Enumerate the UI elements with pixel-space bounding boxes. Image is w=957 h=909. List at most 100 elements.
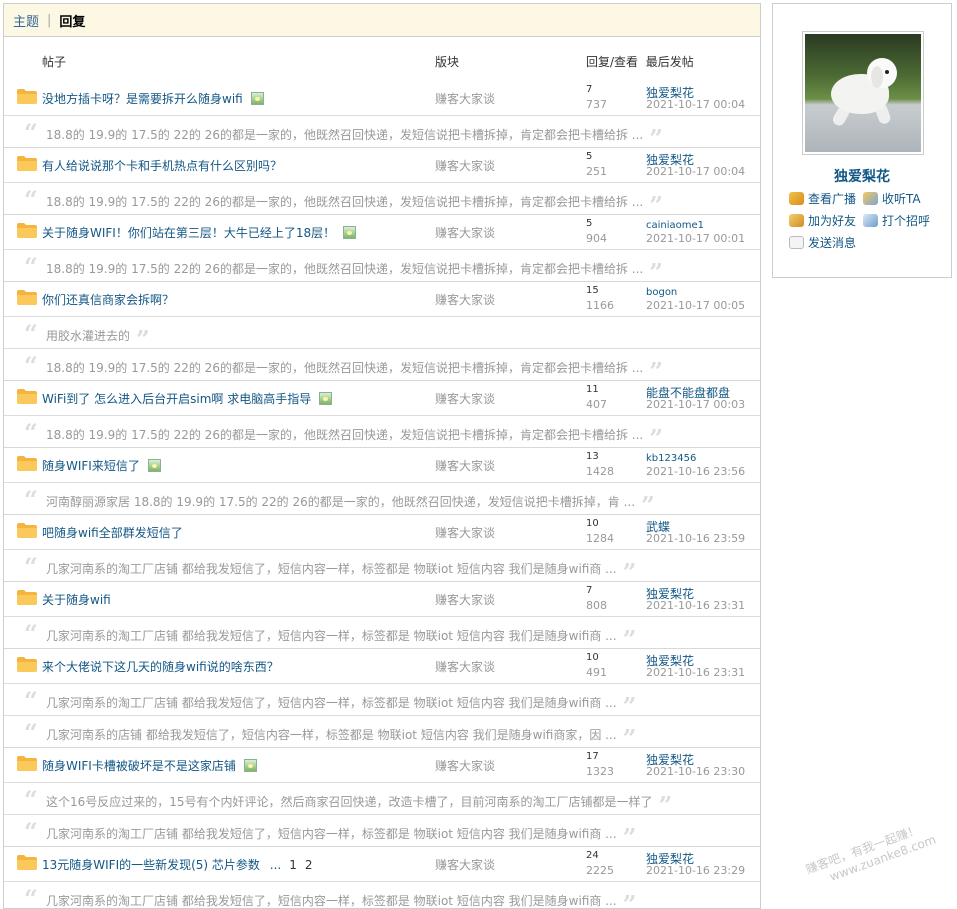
close-quote-icon: ” <box>622 823 637 846</box>
thread-title[interactable]: 关于随身WIFI！你们站在第三层！大牛已经上了18层！ <box>42 224 357 241</box>
thread-title[interactable]: 没地方插卡呀？是需要拆开么随身wifi <box>42 90 264 107</box>
thread-forum[interactable]: 赚客大家谈 <box>435 90 495 107</box>
reply-quote[interactable]: “ 几家河南系的店铺 都给我发短信了，短信内容一样，标签都是 物联iot 短信内容… <box>4 715 760 747</box>
thread-replies: 11 <box>586 384 599 395</box>
thread-replies: 24 <box>586 850 599 861</box>
reply-quote-container: 几家河南系的店铺 都给我发短信了，短信内容一样，标签都是 物联iot 短信内容 … <box>46 724 636 747</box>
thread-row: 吧随身wifi全部群发短信了 赚客大家谈 10 1284 武蝶 2021-10-16 23… <box>4 515 760 582</box>
thread-main: 随身WIFI卡槽被破坏是不是这家店铺 赚客大家谈 17 1323 独爱梨花 2021-10… <box>4 748 760 782</box>
reply-quote-text: 18.8的 19.9的 17.5的 22的 26的都是一家的，他既然召回快递，发… <box>46 361 644 375</box>
thread-replies: 13 <box>586 451 599 462</box>
reply-quote[interactable]: “ 几家河南系的淘工厂店铺 都给我发短信了，短信内容一样，标签都是 物联iot 短… <box>4 616 760 648</box>
reply-quote[interactable]: “ 几家河南系的淘工厂店铺 都给我发短信了，短信内容一样，标签都是 物联iot 短… <box>4 683 760 715</box>
thread-pages: ... 1 2 <box>265 858 313 872</box>
page-link[interactable]: 2 <box>305 858 313 872</box>
reply-quote-container: 几家河南系的淘工厂店铺 都给我发短信了，短信内容一样，标签都是 物联iot 短信… <box>46 558 636 581</box>
thread-forum[interactable]: 赚客大家谈 <box>435 757 495 774</box>
thread-main: 13元随身WIFI的一些新发现(5) 芯片参数 ... 1 2 赚客大家谈 24 2225… <box>4 847 760 881</box>
reply-quote-container: 这个16号反应过来的，15号有个内奸评论，然后商家召回快递，改造卡槽了，目前河南… <box>46 791 672 814</box>
reply-quote-container: 18.8的 19.9的 17.5的 22的 26的都是一家的，他既然召回快递，发… <box>46 124 663 147</box>
tab-replies[interactable]: 回复 <box>59 11 85 30</box>
thread-title[interactable]: 来个大佬说下这几天的随身wifi说的啥东西？ <box>42 658 279 675</box>
thread-forum[interactable]: 赚客大家谈 <box>435 856 495 873</box>
thread-main: 你们还真信商家会拆啊？ 赚客大家谈 15 1166 bogon 2021-10-17 00… <box>4 282 760 316</box>
thread-row: 来个大佬说下这几天的随身wifi说的啥东西？ 赚客大家谈 10 491 独爱梨花 2021… <box>4 649 760 748</box>
thread-title[interactable]: 你们还真信商家会拆啊？ <box>42 291 174 308</box>
reply-quote[interactable]: “ 这个16号反应过来的，15号有个内奸评论，然后商家召回快递，改造卡槽了，目前河… <box>4 782 760 814</box>
user-profile-card: 独爱梨花 查看广播 收听TA 加为好友 打个招呼 发送消息 <box>772 3 952 278</box>
reply-quote-text: 几家河南系的淘工厂店铺 都给我发短信了，短信内容一样，标签都是 物联iot 短信… <box>46 696 617 710</box>
reply-quote[interactable]: “ 几家河南系的淘工厂店铺 都给我发短信了，短信内容一样，标签都是 物联iot 短… <box>4 814 760 846</box>
thread-main: 有人给说说那个卡和手机热点有什么区别吗？ 赚客大家谈 5 251 独爱梨花 2021-10… <box>4 148 760 182</box>
page-link[interactable]: 1 <box>289 858 297 872</box>
folder-icon <box>17 590 37 605</box>
reply-quote[interactable]: “ 几家河南系的淘工厂店铺 都给我发短信了，短信内容一样，标签都是 物联iot 短… <box>4 881 760 909</box>
open-quote-icon: “ <box>24 619 38 648</box>
profile-username[interactable]: 独爱梨花 <box>773 166 951 186</box>
thread-title[interactable]: WiFi到了 怎么进入后台开启sim啊 求电脑高手指导 <box>42 390 333 407</box>
reply-quote-text: 几家河南系的店铺 都给我发短信了，短信内容一样，标签都是 物联iot 短信内容 … <box>46 728 617 742</box>
reply-quote-container: 用胶水灌进去的 ” <box>46 325 150 348</box>
thread-last-user[interactable]: cainiaome1 <box>646 220 704 231</box>
send-message-link[interactable]: 发送消息 <box>789 234 856 251</box>
listen-link[interactable]: 收听TA <box>863 190 921 207</box>
thread-last-time: 2021-10-17 00:04 <box>646 98 746 111</box>
listen-label: 收听TA <box>882 192 921 206</box>
thread-title[interactable]: 随身WIFI卡槽被破坏是不是这家店铺 <box>42 757 257 774</box>
thread-forum[interactable]: 赚客大家谈 <box>435 457 495 474</box>
avatar-dog-eye <box>885 70 889 74</box>
thread-forum[interactable]: 赚客大家谈 <box>435 591 495 608</box>
reply-quote[interactable]: “ 用胶水灌进去的 ” <box>4 316 760 348</box>
tab-topics[interactable]: 主题 <box>13 11 39 30</box>
site-watermark: 赚客吧，有我一起赚！ www.zuanke8.com <box>804 818 938 891</box>
thread-title[interactable]: 随身WIFI来短信了 <box>42 457 161 474</box>
thread-title-text: 来个大佬说下这几天的随身wifi说的啥东西？ <box>42 660 279 674</box>
open-quote-icon: “ <box>24 718 38 747</box>
thread-replies: 7 <box>586 84 593 95</box>
thread-main: 吧随身wifi全部群发短信了 赚客大家谈 10 1284 武蝶 2021-10-16 23… <box>4 515 760 549</box>
thread-last-time: 2021-10-16 23:31 <box>646 666 746 679</box>
thread-forum[interactable]: 赚客大家谈 <box>435 390 495 407</box>
thread-forum[interactable]: 赚客大家谈 <box>435 658 495 675</box>
thread-title[interactable]: 有人给说说那个卡和手机热点有什么区别吗？ <box>42 157 282 174</box>
thread-forum[interactable]: 赚客大家谈 <box>435 291 495 308</box>
thread-views: 808 <box>586 599 607 612</box>
add-friend-label: 加为好友 <box>808 214 857 228</box>
reply-quote-text: 18.8的 19.9的 17.5的 22的 26的都是一家的，他既然召回快递，发… <box>46 262 644 276</box>
thread-row: 关于随身wifi 赚客大家谈 7 808 独爱梨花 2021-10-16 23:31 “几家… <box>4 582 760 649</box>
thread-row: WiFi到了 怎么进入后台开启sim啊 求电脑高手指导 赚客大家谈 11 407 能盘不… <box>4 381 760 448</box>
open-quote-icon: “ <box>24 884 38 909</box>
reply-quote[interactable]: “ 18.8的 19.9的 17.5的 22的 26的都是一家的，他既然召回快递，… <box>4 182 760 214</box>
folder-icon <box>17 756 37 771</box>
reply-quote[interactable]: “ 18.8的 19.9的 17.5的 22的 26的都是一家的，他既然召回快递，… <box>4 115 760 147</box>
reply-quote[interactable]: “ 18.8的 19.9的 17.5的 22的 26的都是一家的，他既然召回快递，… <box>4 415 760 447</box>
thread-last-time: 2021-10-17 00:03 <box>646 398 746 411</box>
view-broadcast-link[interactable]: 查看广播 <box>789 190 856 207</box>
thread-title[interactable]: 关于随身wifi <box>42 591 111 608</box>
thread-title[interactable]: 13元随身WIFI的一些新发现(5) 芯片参数 ... 1 2 <box>42 856 312 873</box>
thread-last-time: 2021-10-16 23:31 <box>646 599 746 612</box>
add-friend-link[interactable]: 加为好友 <box>789 212 856 229</box>
thread-forum[interactable]: 赚客大家谈 <box>435 524 495 541</box>
thread-title[interactable]: 吧随身wifi全部群发短信了 <box>42 524 183 541</box>
reply-quote-container: 河南醇丽源家居 18.8的 19.9的 17.5的 22的 26的都是一家的，他… <box>46 491 655 514</box>
thread-row: 随身WIFI来短信了 赚客大家谈 13 1428 kb123456 2021-10-16 … <box>4 448 760 515</box>
thread-title-text: 没地方插卡呀？是需要拆开么随身wifi <box>42 92 243 106</box>
reply-quote[interactable]: “ 河南醇丽源家居 18.8的 19.9的 17.5的 22的 26的都是一家的，… <box>4 482 760 514</box>
thread-title-text: 有人给说说那个卡和手机热点有什么区别吗？ <box>42 159 283 173</box>
thread-main: 没地方插卡呀？是需要拆开么随身wifi 赚客大家谈 7 737 独爱梨花 2021-10-… <box>4 81 760 115</box>
open-quote-icon: “ <box>24 817 38 846</box>
reply-quote[interactable]: “ 18.8的 19.9的 17.5的 22的 26的都是一家的，他既然召回快递，… <box>4 249 760 281</box>
poke-link[interactable]: 打个招呼 <box>863 212 930 229</box>
thread-last-user[interactable]: kb123456 <box>646 453 696 464</box>
reply-quote[interactable]: “ 几家河南系的淘工厂店铺 都给我发短信了，短信内容一样，标签都是 物联iot 短… <box>4 549 760 581</box>
thread-last-time: 2021-10-16 23:30 <box>646 765 746 778</box>
folder-icon <box>17 523 37 538</box>
thread-forum[interactable]: 赚客大家谈 <box>435 224 495 241</box>
reply-quote[interactable]: “ 18.8的 19.9的 17.5的 22的 26的都是一家的，他既然召回快递，… <box>4 348 760 380</box>
avatar[interactable] <box>802 31 924 155</box>
thread-last-user[interactable]: bogon <box>646 287 677 298</box>
tab-bar: 主题 | 回复 <box>4 4 760 37</box>
thread-views: 737 <box>586 98 607 111</box>
thread-forum[interactable]: 赚客大家谈 <box>435 157 495 174</box>
